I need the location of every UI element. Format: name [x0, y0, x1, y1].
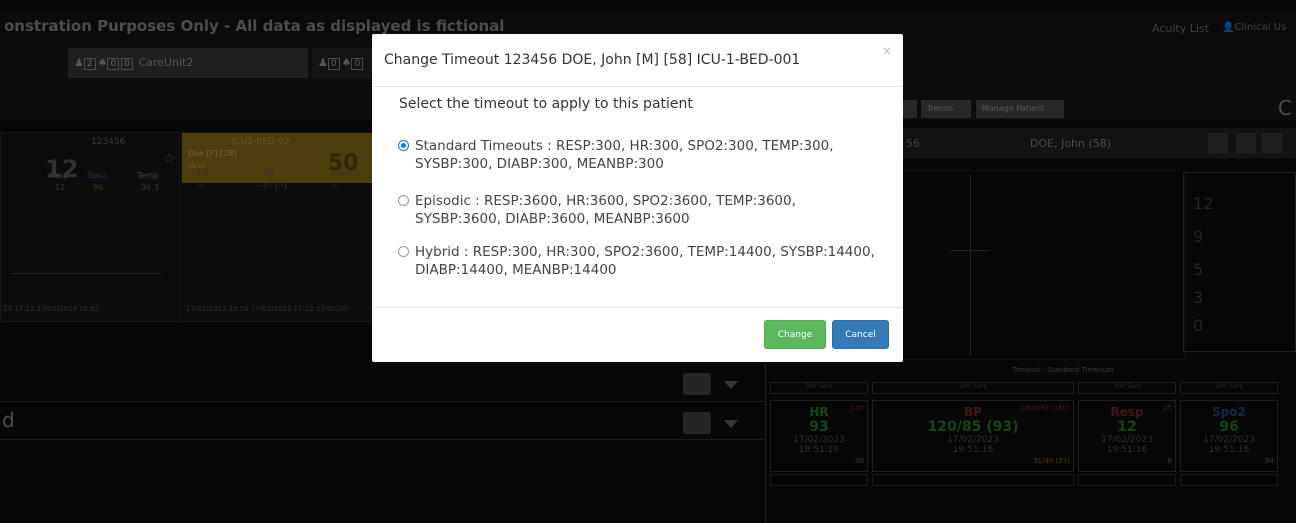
- cancel-button[interactable]: Cancel: [832, 320, 889, 349]
- radio-standard[interactable]: [398, 140, 409, 151]
- dialog-divider: [372, 307, 903, 308]
- option-label: Hybrid : RESP:300, HR:300, SPO2:3600, TE…: [415, 244, 875, 278]
- change-button[interactable]: Change: [764, 320, 826, 349]
- dialog-title: Change Timeout 123456 DOE, John [M] [58]…: [384, 52, 801, 68]
- option-label: Episodic : RESP:3600, HR:3600, SPO2:3600…: [415, 193, 796, 227]
- change-timeout-dialog: Change Timeout 123456 DOE, John [M] [58]…: [372, 34, 903, 362]
- radio-hybrid[interactable]: [398, 246, 409, 257]
- radio-episodic[interactable]: [398, 195, 409, 206]
- option-label: Standard Timeouts : RESP:300, HR:300, SP…: [415, 138, 834, 172]
- dialog-prompt: Select the timeout to apply to this pati…: [399, 96, 693, 112]
- dialog-divider: [372, 86, 903, 87]
- close-icon[interactable]: ×: [882, 44, 892, 58]
